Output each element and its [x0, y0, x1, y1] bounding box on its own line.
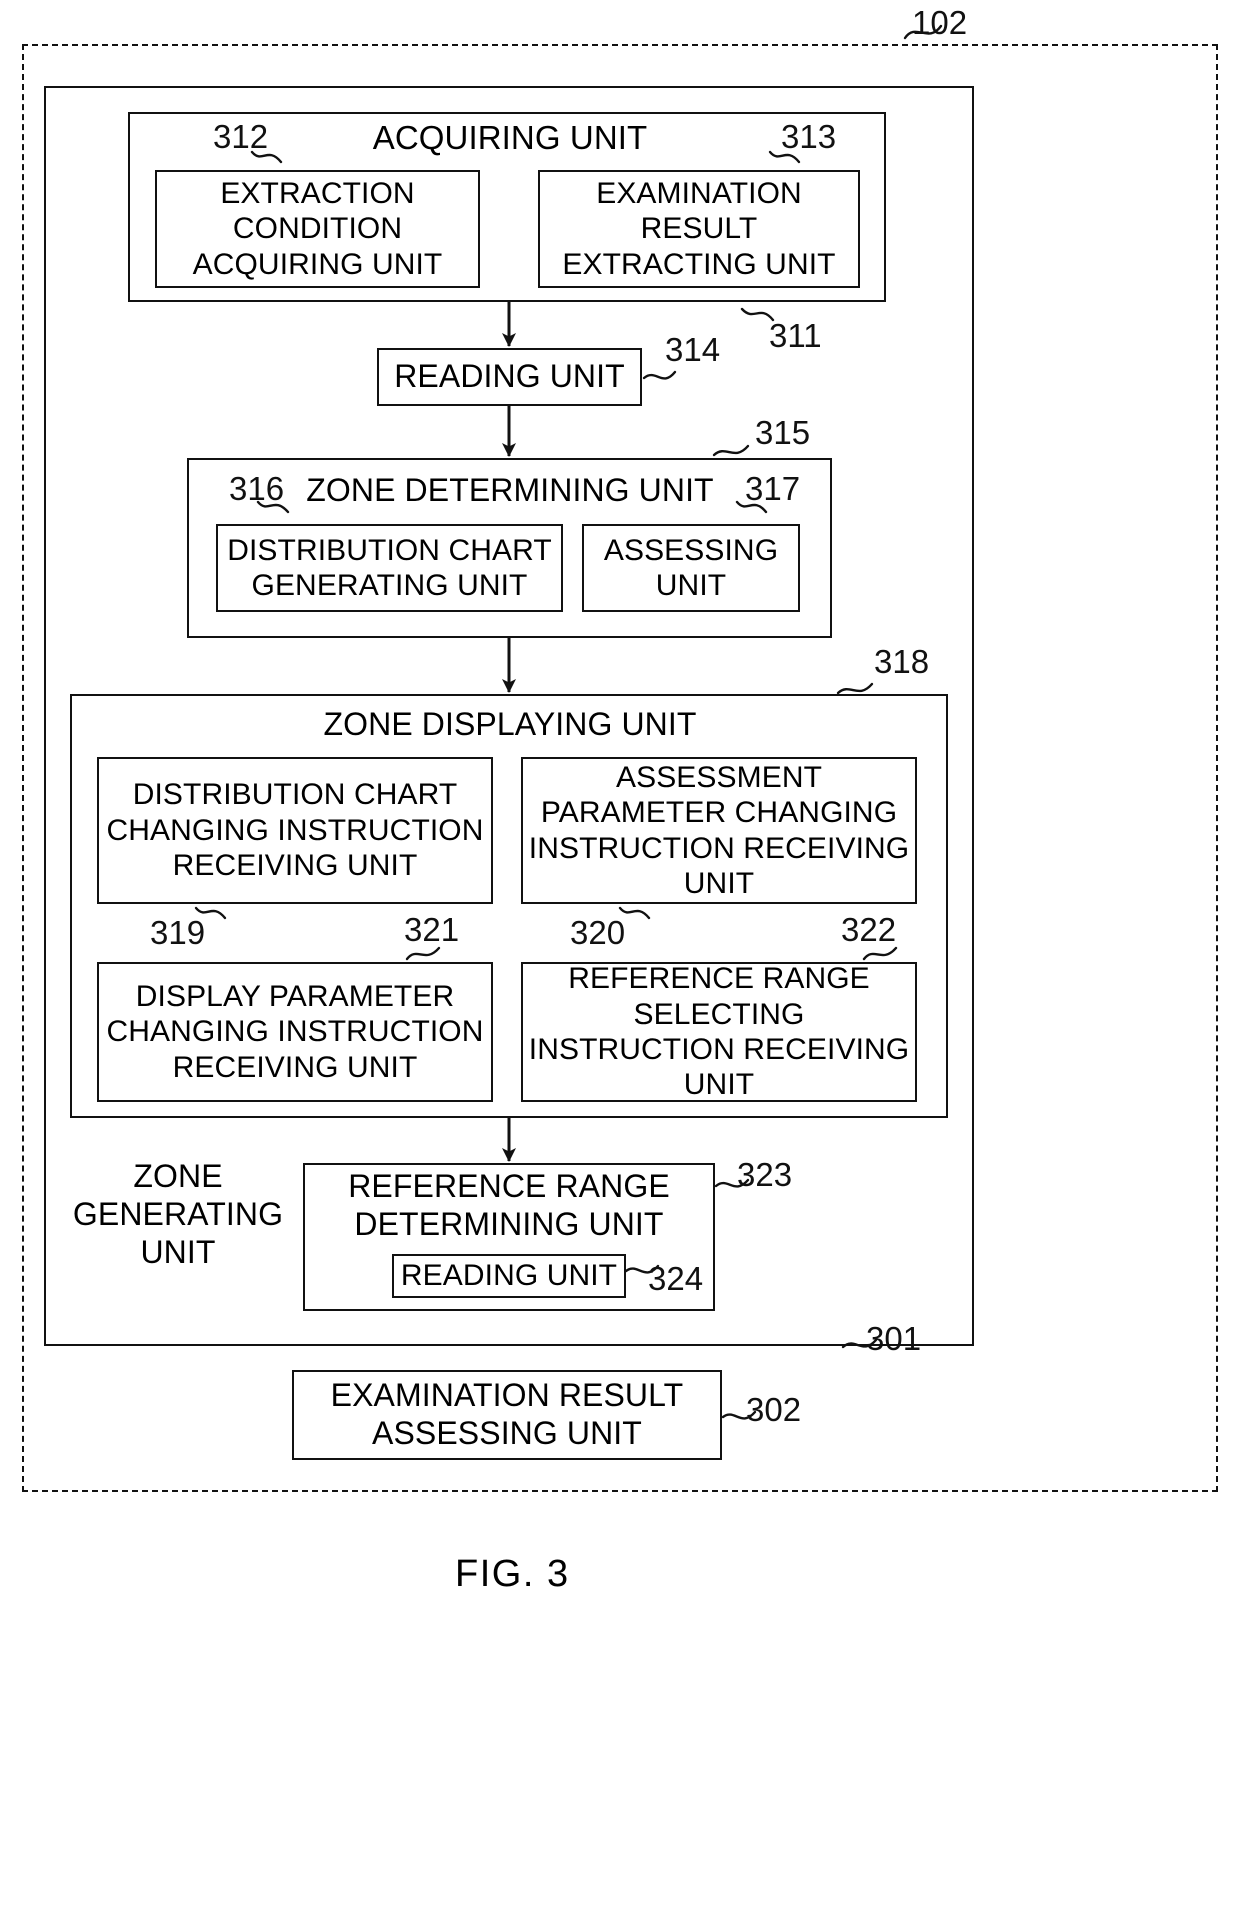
extraction-condition-acquiring-unit-label: EXTRACTION CONDITION ACQUIRING UNIT [192, 176, 443, 281]
ref-number-311: 311 [769, 317, 822, 354]
distribution-chart-generating-unit-label: DISTRIBUTION CHART GENERATING UNIT [227, 533, 552, 602]
examination-result-extracting-unit-label: EXAMINATION RESULT EXTRACTING UNIT [562, 176, 836, 281]
ref-number-314: 314 [665, 331, 721, 368]
zone-displaying-unit-title: ZONE DISPLAYING UNIT [323, 706, 697, 743]
reference-range-determining-unit-label: REFERENCE RANGE DETERMINING UNIT [348, 1168, 670, 1242]
reference-range-selecting-instruction-receiving-unit-label: REFERENCE RANGE SELECTING INSTRUCTION RE… [528, 962, 910, 1102]
acquiring-unit-title: ACQUIRING UNIT [372, 118, 648, 156]
assessing-unit-label: ASSESSING UNIT [603, 533, 779, 602]
ref-number-315: 315 [755, 414, 811, 451]
distribution-chart-changing-instruction-receiving-unit-label: DISTRIBUTION CHART CHANGING INSTRUCTION … [106, 778, 484, 883]
ref-number-313: 313 [781, 118, 837, 155]
examination-result-assessing-unit-label: EXAMINATION RESULT ASSESSING UNIT [330, 1377, 684, 1451]
zone-generating-unit-label: ZONE GENERATING UNIT [72, 1158, 284, 1270]
figure-caption: FIG. 3 [455, 1553, 570, 1595]
ref-number-318: 318 [874, 643, 930, 680]
ref-number-322: 322 [841, 911, 897, 948]
ref-number-312: 312 [213, 118, 269, 155]
assessment-parameter-changing-instruction-receiving-unit-label: ASSESSMENT PARAMETER CHANGING INSTRUCTIO… [528, 760, 910, 900]
ref-number-321: 321 [404, 911, 460, 948]
reading-unit-label: READING UNIT [394, 358, 625, 395]
ref-number-316: 316 [229, 470, 285, 507]
ref-number-317: 317 [745, 470, 801, 507]
ref-number-320: 320 [570, 914, 626, 951]
zone-determining-unit-title: ZONE DETERMINING UNIT [306, 472, 714, 509]
patent-figure-3: ACQUIRING UNIT EXTRACTION CONDITION ACQU… [0, 0, 1240, 1912]
ref-number-301: 301 [866, 1320, 922, 1357]
reading-unit-inner-label: READING UNIT [400, 1259, 618, 1293]
ref-number-324: 324 [648, 1260, 704, 1297]
ref-number-323: 323 [737, 1156, 793, 1193]
ref-number-319: 319 [150, 914, 206, 951]
ref-number-102: 102 [912, 4, 968, 41]
ref-number-302: 302 [746, 1391, 802, 1428]
display-parameter-changing-instruction-receiving-unit-label: DISPLAY PARAMETER CHANGING INSTRUCTION R… [106, 979, 484, 1084]
